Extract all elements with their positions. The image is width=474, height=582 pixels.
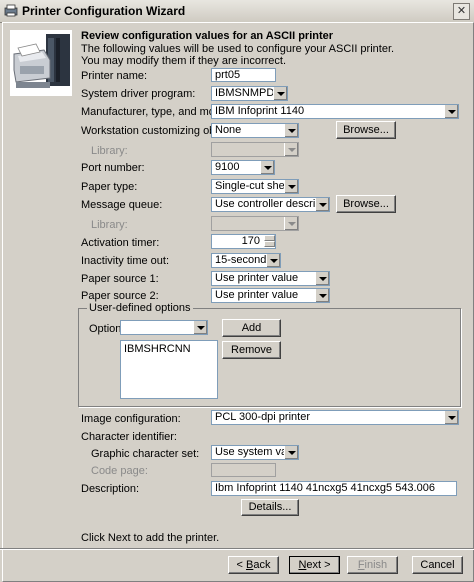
system-driver-select[interactable]: IBMSNMPDRV (211, 86, 288, 101)
message-queue-select[interactable]: Use controller description (211, 197, 330, 212)
finish-mnemonic: F (357, 559, 365, 571)
user-defined-options-legend: User-defined options (87, 302, 193, 314)
activation-timer-value: 170 (241, 235, 260, 247)
chevron-down-icon[interactable] (284, 124, 298, 137)
port-value: 9100 (215, 161, 240, 173)
image-config-value: PCL 300-dpi printer (215, 411, 310, 423)
wscst-value: None (215, 124, 242, 136)
chevron-down-icon (284, 143, 298, 156)
paper-type-label: Paper type: (81, 181, 138, 193)
code-page-label: Code page: (91, 465, 148, 477)
chevron-down-icon[interactable] (273, 87, 287, 100)
paper-source-2-value: Use printer value (215, 289, 299, 301)
system-driver-label: System driver program: (81, 88, 196, 100)
wscst-browse-button[interactable]: Browse... (336, 121, 396, 139)
wizard-app-icon (4, 4, 18, 17)
paper-source-1-label: Paper source 1: (81, 273, 159, 285)
list-item[interactable]: IBMSHRCNN (121, 341, 217, 357)
paper-source-1-value: Use printer value (215, 272, 299, 284)
intro-line-2: You may modify them if they are incorrec… (81, 55, 287, 67)
back-button[interactable]: < Back (228, 556, 279, 574)
paper-type-select[interactable]: Single-cut sheets (211, 179, 299, 194)
chevron-down-icon[interactable] (444, 105, 458, 118)
chevron-down-icon[interactable] (266, 254, 280, 267)
back-label-rest: ack (253, 559, 271, 571)
port-select[interactable]: 9100 (211, 160, 275, 175)
chevron-down-icon[interactable] (193, 321, 207, 334)
image-config-select[interactable]: PCL 300-dpi printer (211, 410, 459, 425)
char-id-label: Character identifier: (81, 431, 177, 443)
wscst-select[interactable]: None (211, 123, 299, 138)
inactivity-select[interactable]: 15-seconds (211, 253, 281, 268)
chevron-down-icon[interactable] (260, 161, 274, 174)
button-separator (0, 548, 474, 550)
inactivity-label: Inactivity time out: (81, 255, 170, 267)
close-button[interactable]: ✕ (453, 3, 470, 20)
remove-option-button[interactable]: Remove (222, 341, 281, 359)
message-queue-value: Use controller description (215, 198, 330, 210)
intro-line-1: The following values will be used to con… (81, 43, 395, 55)
next-label-rest: ext > (306, 559, 331, 571)
chevron-down-icon[interactable] (284, 180, 298, 193)
description-label: Description: (81, 483, 140, 495)
chevron-down-icon[interactable] (315, 198, 329, 211)
message-queue-browse-button[interactable]: Browse... (336, 195, 396, 213)
finish-label-rest: inish (364, 559, 388, 571)
mq-library-label: Library: (91, 219, 128, 231)
add-option-button[interactable]: Add (222, 319, 281, 337)
mq-library-select (211, 216, 299, 231)
instruction-text: Click Next to add the printer. (81, 532, 220, 544)
chevron-down-icon (284, 217, 298, 230)
code-page-input (211, 463, 276, 477)
message-queue-label: Message queue: (81, 199, 163, 211)
chevron-down-icon[interactable] (315, 272, 329, 285)
wscst-library-select (211, 142, 299, 157)
activation-timer-spinner[interactable]: 170 (211, 234, 276, 249)
window-title: Printer Configuration Wizard (22, 4, 186, 18)
inactivity-value: 15-seconds (215, 254, 272, 266)
option-select[interactable] (120, 320, 208, 335)
back-arrow-text: < (236, 559, 246, 571)
printer-name-input[interactable]: prt05 (211, 68, 276, 82)
graphic-set-select[interactable]: Use system value (211, 445, 299, 460)
image-config-label: Image configuration: (81, 413, 181, 425)
cancel-button[interactable]: Cancel (412, 556, 463, 574)
printer-icon (10, 30, 72, 96)
paper-source-2-label: Paper source 2: (81, 290, 159, 302)
paper-source-2-select[interactable]: Use printer value (211, 288, 330, 303)
description-input[interactable]: Ibm Infoprint 1140 41ncxg5 41ncxg5 543.0… (211, 481, 457, 496)
chevron-down-icon[interactable] (315, 289, 329, 302)
page-heading: Review configuration values for an ASCII… (81, 30, 334, 42)
wscst-library-label: Library: (91, 145, 128, 157)
spinner-arrows-icon[interactable] (263, 235, 275, 248)
graphic-set-label: Graphic character set: (91, 448, 200, 460)
activation-timer-label: Activation timer: (81, 237, 160, 249)
chevron-down-icon[interactable] (284, 446, 298, 459)
title-bar: Printer Configuration Wizard ✕ (0, 0, 474, 23)
manufacturer-value: IBM Infoprint 1140 (215, 105, 305, 117)
manufacturer-select[interactable]: IBM Infoprint 1140 (211, 104, 459, 119)
next-button[interactable]: Next > (289, 556, 340, 574)
options-listbox[interactable]: IBMSHRCNN (120, 340, 218, 399)
details-button[interactable]: Details... (241, 499, 299, 516)
finish-button: Finish (347, 556, 398, 574)
chevron-down-icon[interactable] (444, 411, 458, 424)
paper-source-1-select[interactable]: Use printer value (211, 271, 330, 286)
printer-name-label: Printer name: (81, 70, 148, 82)
manufacturer-label: Manufacturer, type, and model: (81, 106, 233, 118)
port-label: Port number: (81, 162, 145, 174)
